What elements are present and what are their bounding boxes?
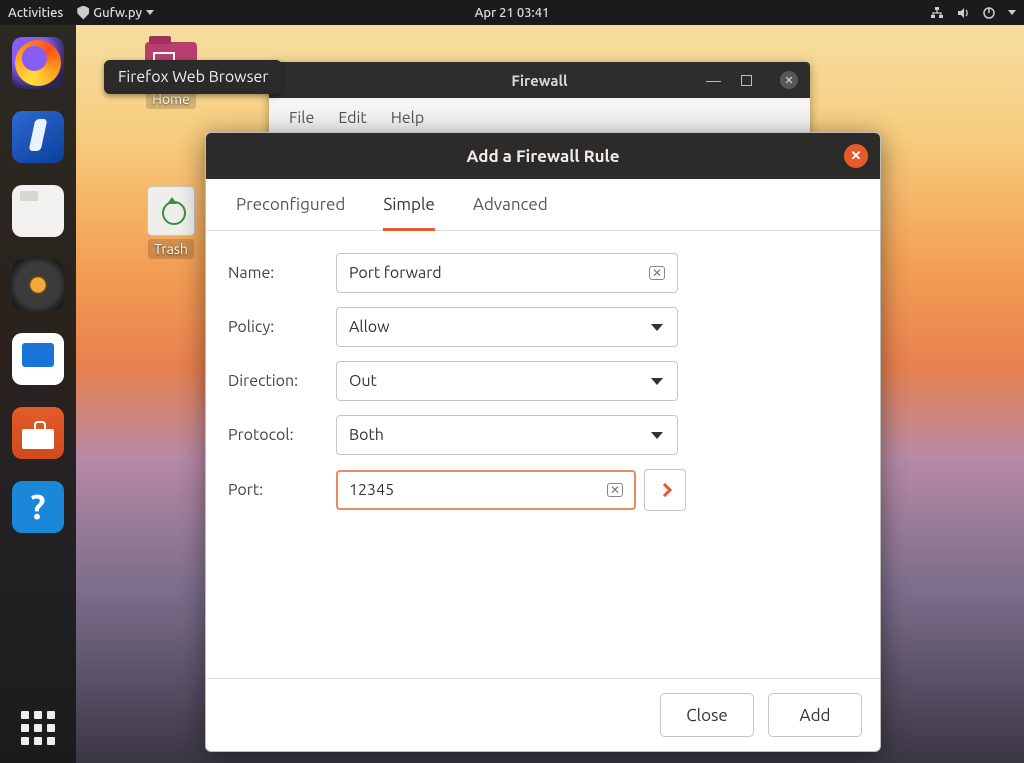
network-icon[interactable] — [930, 6, 944, 20]
add-rule-dialog: Add a Firewall Rule ✕ Preconfigured Simp… — [205, 132, 881, 752]
firefox-icon — [15, 40, 61, 86]
policy-select[interactable]: Allow — [336, 307, 678, 347]
top-app-name: Gufw.py — [93, 6, 142, 20]
dock-software[interactable] — [12, 407, 64, 459]
activities-button[interactable]: Activities — [8, 6, 63, 20]
chevron-down-icon — [651, 432, 663, 439]
dock-thunderbird[interactable] — [12, 111, 64, 163]
dock-tooltip: Firefox Web Browser — [104, 60, 282, 94]
firewall-window: Firewall — ✕ File Edit Help — [269, 62, 810, 142]
direction-value: Out — [349, 372, 377, 390]
protocol-select[interactable]: Both — [336, 415, 678, 455]
dock-rhythmbox[interactable] — [12, 259, 64, 311]
clear-name-icon[interactable]: ✕ — [649, 266, 665, 280]
chevron-down-icon — [651, 324, 663, 331]
menu-edit[interactable]: Edit — [338, 109, 366, 127]
system-menu-chevron-icon[interactable] — [1008, 10, 1016, 15]
chevron-right-icon — [658, 483, 672, 497]
port-expand-button[interactable] — [644, 469, 686, 511]
window-maximize-icon[interactable] — [741, 75, 752, 86]
chevron-down-icon — [146, 10, 154, 15]
name-value: Port forward — [349, 264, 442, 282]
window-close-icon[interactable]: ✕ — [780, 71, 798, 89]
dialog-close-button[interactable]: ✕ — [844, 144, 868, 168]
dock-files[interactable] — [12, 185, 64, 237]
top-app-menu[interactable]: Gufw.py — [77, 6, 154, 20]
desktop-trash[interactable]: Trash — [138, 186, 204, 259]
dock-help[interactable]: ? — [12, 481, 64, 533]
dialog-title: Add a Firewall Rule — [466, 147, 619, 166]
policy-value: Allow — [349, 318, 390, 336]
label-direction: Direction: — [228, 372, 336, 390]
power-icon[interactable] — [982, 6, 996, 20]
label-port: Port: — [228, 481, 336, 499]
label-protocol: Protocol: — [228, 426, 336, 444]
firewall-titlebar[interactable]: Firewall — ✕ — [269, 62, 810, 98]
direction-select[interactable]: Out — [336, 361, 678, 401]
dock-libreoffice[interactable] — [12, 333, 64, 385]
volume-icon[interactable] — [956, 6, 970, 20]
chevron-down-icon — [651, 378, 663, 385]
shield-icon — [77, 6, 89, 20]
show-applications-button[interactable] — [21, 711, 55, 745]
dock: ? — [0, 25, 76, 763]
menu-help[interactable]: Help — [391, 109, 425, 127]
top-bar: Activities Gufw.py Apr 21 03:41 — [0, 0, 1024, 25]
tab-preconfigured[interactable]: Preconfigured — [236, 195, 345, 230]
tab-advanced[interactable]: Advanced — [473, 195, 548, 230]
dialog-titlebar[interactable]: Add a Firewall Rule ✕ — [206, 133, 880, 179]
tab-simple[interactable]: Simple — [383, 195, 435, 231]
dialog-form: Name: Port forward ✕ Policy: Allow Direc… — [206, 231, 880, 525]
dialog-tabs: Preconfigured Simple Advanced — [206, 179, 880, 231]
port-input[interactable]: 12345 ✕ — [336, 470, 636, 510]
name-input[interactable]: Port forward ✕ — [336, 253, 678, 293]
desktop-trash-label: Trash — [148, 239, 194, 259]
close-button[interactable]: Close — [660, 693, 754, 737]
add-button[interactable]: Add — [768, 693, 862, 737]
protocol-value: Both — [349, 426, 384, 444]
port-value: 12345 — [349, 481, 394, 499]
dialog-footer: Close Add — [206, 678, 880, 751]
label-policy: Policy: — [228, 318, 336, 336]
menu-file[interactable]: File — [289, 109, 314, 127]
clock[interactable]: Apr 21 03:41 — [475, 6, 550, 20]
label-name: Name: — [228, 264, 336, 282]
dock-firefox[interactable] — [12, 37, 64, 89]
firewall-title: Firewall — [511, 72, 567, 89]
clear-port-icon[interactable]: ✕ — [607, 483, 623, 497]
window-minimize-icon[interactable]: — — [706, 72, 721, 89]
trash-icon — [147, 186, 195, 236]
